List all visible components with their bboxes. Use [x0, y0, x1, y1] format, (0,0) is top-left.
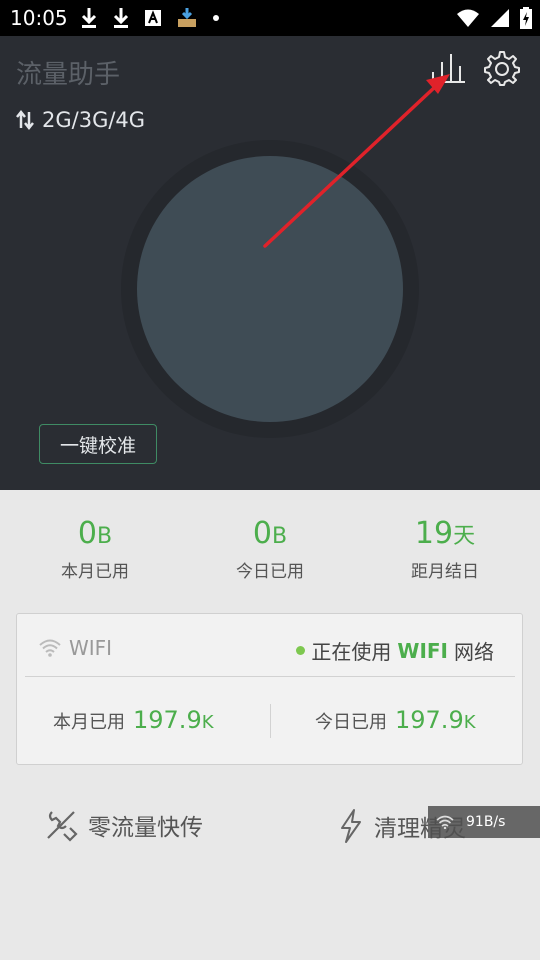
font-app-icon — [145, 10, 161, 26]
usage-stats: 0B 本月已用 0B 今日已用 19天 距月结日 — [0, 490, 540, 600]
inbox-download-icon — [178, 8, 196, 27]
usage-dial — [137, 156, 403, 422]
battery-icon — [520, 7, 532, 29]
wifi-status: 正在使用 WIFI 网络 — [296, 636, 494, 665]
stat-value: 0B — [77, 516, 113, 551]
stat-value: 0B — [252, 516, 288, 551]
network-type-label: 2G/3G/4G — [42, 108, 146, 132]
download-icon — [81, 8, 97, 28]
wifi-card[interactable]: WIFI 正在使用 WIFI 网络 本月已用 197.9K 今日已用 197.9K — [16, 613, 523, 765]
zero-transfer-button[interactable]: 零流量快传 — [44, 808, 203, 842]
wifi-icon — [39, 639, 61, 657]
divider — [25, 676, 515, 677]
stat-days-left: 19天 距月结日 — [365, 516, 525, 582]
gear-icon[interactable] — [484, 50, 520, 86]
divider — [270, 704, 271, 738]
download-icon — [113, 8, 129, 28]
wifi-month-used: 本月已用 197.9K — [53, 706, 214, 734]
wifi-label: WIFI — [69, 636, 113, 660]
status-bar: 10:05 — [0, 0, 540, 36]
wifi-signal-icon — [457, 9, 479, 27]
stat-label: 距月结日 — [411, 562, 479, 582]
wifi-header: WIFI — [39, 636, 112, 660]
status-dot-icon — [296, 646, 306, 655]
notification-icons — [80, 4, 220, 32]
tools-icon — [47, 811, 78, 842]
stat-month-used: 0B 本月已用 — [15, 516, 175, 582]
bar-chart-icon[interactable] — [430, 52, 466, 84]
zero-transfer-label: 零流量快传 — [88, 815, 203, 841]
speed-badge[interactable]: 91B/s — [428, 806, 540, 838]
speed-value: 91B/s — [466, 814, 506, 830]
dot-icon — [213, 15, 219, 21]
wifi-today-used: 今日已用 197.9K — [315, 706, 476, 734]
stat-value: 19天 — [414, 516, 476, 551]
system-icons — [456, 4, 532, 32]
header-panel: 流量助手 2G/3G/4G 一键校准 — [0, 36, 540, 490]
status-time: 10:05 — [10, 6, 68, 30]
stat-today-used: 0B 今日已用 — [190, 516, 350, 582]
calibrate-button[interactable]: 一键校准 — [39, 424, 157, 464]
cell-signal-icon — [491, 9, 509, 27]
network-type: 2G/3G/4G — [16, 108, 145, 132]
stat-label: 今日已用 — [236, 562, 304, 582]
stat-label: 本月已用 — [61, 562, 129, 582]
wifi-icon — [436, 815, 454, 829]
data-transfer-icon — [16, 110, 34, 130]
app-title: 流量助手 — [16, 60, 121, 90]
lightning-icon — [341, 809, 361, 843]
